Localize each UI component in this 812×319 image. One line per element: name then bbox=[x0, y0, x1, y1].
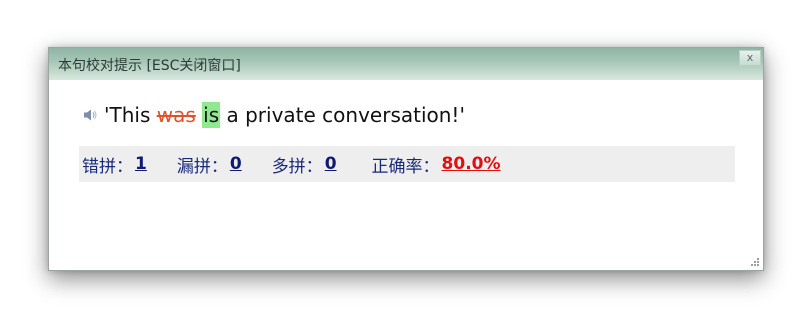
sentence-rest: a private conversation!' bbox=[220, 103, 465, 127]
extra-stat: 多拼： 0 bbox=[272, 152, 337, 177]
title-bar[interactable]: 本句校对提示 [ESC关闭窗口] x bbox=[49, 48, 763, 80]
speaker-icon[interactable] bbox=[82, 107, 98, 123]
window-title: 本句校对提示 [ESC关闭窗口] bbox=[58, 58, 241, 74]
misspelled-stat: 错拼： 1 bbox=[82, 152, 147, 177]
correct-word: is bbox=[202, 102, 221, 128]
extra-value[interactable]: 0 bbox=[325, 154, 337, 174]
sentence-text: 'This was is a private conversation!' bbox=[104, 102, 465, 128]
accuracy-label: 正确率： bbox=[371, 156, 440, 177]
misspelled-label: 错拼： bbox=[82, 156, 133, 177]
accuracy-stat: 正确率： 80.0% bbox=[372, 152, 501, 177]
close-button[interactable]: x bbox=[739, 50, 761, 66]
stats-bar: 错拼： 1 漏拼： 0 多拼： 0 正确率： 80.0% bbox=[79, 146, 735, 182]
sentence-row: 'This was is a private conversation!' bbox=[82, 101, 465, 129]
wrong-word: was bbox=[156, 103, 196, 127]
proofread-dialog: 本句校对提示 [ESC关闭窗口] x 'This was is a privat… bbox=[48, 47, 764, 271]
missing-stat: 漏拼： 0 bbox=[177, 152, 242, 177]
accuracy-value[interactable]: 80.0% bbox=[442, 154, 501, 174]
extra-label: 多拼： bbox=[271, 156, 323, 177]
sentence-start: 'This bbox=[104, 103, 157, 127]
missing-value[interactable]: 0 bbox=[230, 154, 242, 174]
resize-grip-icon[interactable] bbox=[750, 257, 760, 267]
misspelled-value[interactable]: 1 bbox=[135, 154, 147, 174]
missing-label: 漏拼： bbox=[176, 156, 228, 177]
